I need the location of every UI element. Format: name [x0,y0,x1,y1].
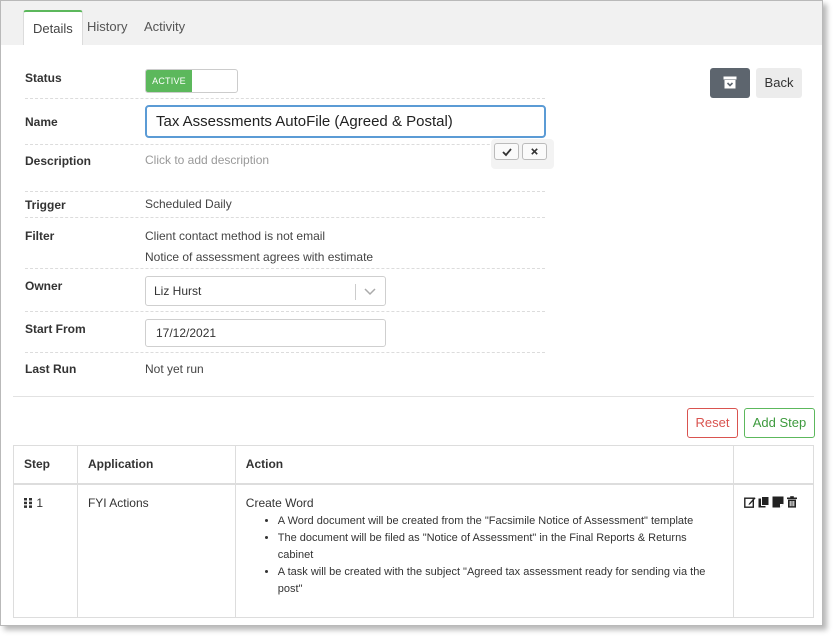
column-header-action: Action [235,445,734,485]
filter-label: Filter [25,229,55,243]
edit-icon[interactable] [744,496,756,508]
select-separator [355,284,356,300]
add-step-button[interactable]: Add Step [744,408,815,438]
trigger-label: Trigger [25,198,66,212]
status-label: Status [25,71,62,85]
archive-icon [723,76,737,89]
step-number: 1 [36,495,44,510]
trigger-row: Trigger Scheduled Daily [25,191,545,218]
chevron-down-icon [364,288,376,296]
trash-icon[interactable] [786,495,798,508]
owner-label: Owner [25,279,63,293]
status-active-label: ACTIVE [146,70,192,92]
table-row: 1 FYI Actions Create Word A Word documen… [13,483,815,618]
tab-activity[interactable]: Activity [135,10,194,45]
step-cell: 1 [13,483,78,618]
status-row: Status ACTIVE [25,69,545,99]
column-header-application: Application [77,445,236,485]
list-item: The document will be filed as "Notice of… [278,530,723,564]
action-details-list: A Word document will be created from the… [278,513,723,598]
filter-row: Filter Client contact method is not emai… [25,218,545,269]
owner-select-value: Liz Hurst [154,284,202,298]
owner-select[interactable]: Liz Hurst [145,276,386,306]
status-toggle[interactable]: ACTIVE [145,69,238,93]
column-header-step: Step [13,445,78,485]
row-actions-cell [733,483,815,618]
owner-row: Owner Liz Hurst [25,269,545,312]
automation-details-panel: Details History Activity Status ACTIVE N… [0,0,823,626]
table-header-row: Step Application Action [13,445,815,485]
back-button[interactable]: Back [756,68,802,98]
tab-details[interactable]: Details [23,10,83,45]
filter-condition: Notice of assessment agrees with estimat… [145,250,374,264]
trigger-value: Scheduled Daily [145,197,232,211]
action-cell: Create Word A Word document will be crea… [235,483,734,618]
start-from-label: Start From [25,322,86,336]
drag-handle-icon[interactable] [24,497,33,508]
archive-button[interactable] [710,68,750,98]
name-label: Name [25,115,58,129]
reset-button[interactable]: Reset [687,408,738,438]
last-run-label: Last Run [25,362,77,376]
last-run-row: Last Run Not yet run [25,353,545,383]
application-cell: FYI Actions [77,483,236,618]
list-item: A task will be created with the subject … [278,564,723,598]
name-input[interactable]: Tax Assessments AutoFile (Agreed & Posta… [145,105,546,138]
description-row: Description Click to add description [25,146,545,191]
steps-table: Step Application Action 1 FYI Actions Cr… [13,445,815,618]
column-header-tools [733,445,815,485]
tab-bar: Details History Activity [1,1,822,45]
last-run-value: Not yet run [145,362,204,376]
filter-condition: Client contact method is not email [145,229,326,243]
list-item: A Word document will be created from the… [278,513,723,530]
tab-history[interactable]: History [78,10,136,45]
start-date-input[interactable]: 17/12/2021 [145,319,386,347]
description-placeholder[interactable]: Click to add description [145,153,269,167]
name-row: Name Tax Assessments AutoFile (Agreed & … [25,105,546,145]
copy-icon[interactable] [758,495,770,508]
section-divider [13,396,814,397]
action-title: Create Word [245,495,314,510]
row-action-icons [744,495,803,508]
note-icon[interactable] [772,496,784,508]
start-from-row: Start From 17/12/2021 [25,312,545,353]
description-label: Description [25,154,92,168]
